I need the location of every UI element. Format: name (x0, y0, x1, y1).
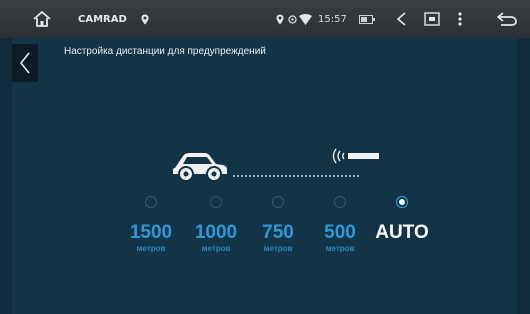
back-button[interactable] (12, 44, 38, 82)
sync-icon (288, 0, 297, 38)
distance-dots (233, 175, 359, 177)
volume-button[interactable] (395, 0, 406, 38)
radio-750[interactable] (272, 196, 284, 208)
car-icon (171, 150, 229, 186)
screenshot-icon (424, 12, 440, 26)
radio-500[interactable] (334, 196, 346, 208)
location-icon (141, 0, 149, 38)
radio-1500[interactable] (145, 196, 157, 208)
page-title: Настройка дистанции для предупреждений (64, 46, 266, 57)
wifi-icon (299, 0, 312, 38)
screenshot-button[interactable] (424, 0, 440, 38)
radio-1000[interactable] (210, 196, 222, 208)
clock: 15:57 (318, 13, 347, 25)
menu-icon (458, 12, 462, 26)
radio-auto[interactable] (396, 196, 408, 208)
menu-button[interactable] (458, 0, 462, 38)
return-button[interactable] (497, 0, 517, 38)
option-auto[interactable]: AUTO (362, 196, 442, 243)
option-unit: метров (325, 244, 355, 253)
battery-icon (359, 0, 375, 38)
status-bar: CAMRAD 15:57 (0, 0, 530, 38)
option-value: AUTO (375, 222, 429, 243)
volume-icon (396, 12, 406, 26)
home-icon (33, 11, 51, 27)
gps-icon (276, 0, 284, 38)
return-icon (497, 12, 517, 26)
back-chevron-icon (19, 52, 30, 74)
app-name: CAMRAD (78, 13, 127, 25)
sensor-icon (330, 146, 382, 170)
home-button[interactable] (33, 0, 51, 38)
